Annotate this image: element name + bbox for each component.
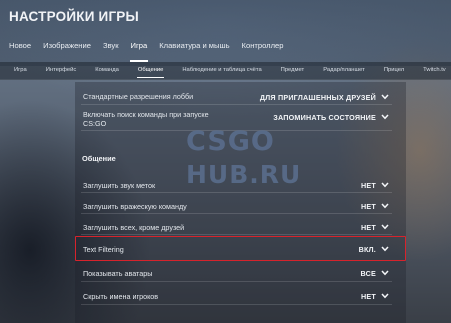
page-title: НАСТРОЙКИ ИГРЫ (9, 9, 139, 24)
main-tabs: Новое Изображение Звук Игра Клавиатура и… (9, 41, 295, 62)
setting-value[interactable]: НЕТ (361, 181, 376, 190)
sub-tabs-bar: Игра Интерфейс Команда Общение Наблюдени… (0, 62, 451, 80)
setting-label: Стандартные разрешения лобби (83, 92, 194, 101)
setting-label: Скрыть имена игроков (83, 292, 159, 301)
setting-row-lobby-permissions[interactable]: Стандартные разрешения лобби ДЛЯ ПРИГЛАШ… (81, 89, 392, 105)
watermark-logo: CSGO HUB.RU (186, 126, 302, 196)
tab-audio[interactable]: Звук (103, 41, 119, 55)
chevron-down-icon[interactable] (381, 270, 389, 276)
setting-label: Заглушить вражескую команду (83, 202, 187, 211)
subtab-team[interactable]: Команда (95, 67, 119, 73)
subtab-communication[interactable]: Общение (136, 67, 165, 78)
chevron-down-icon[interactable] (381, 94, 389, 100)
chevron-down-icon[interactable] (381, 182, 389, 188)
setting-value[interactable]: ВСЕ (360, 269, 376, 278)
setting-value[interactable]: НЕТ (361, 292, 376, 301)
subtab-item[interactable]: Предмет (281, 67, 305, 73)
setting-row-show-avatars[interactable]: Показывать аватары ВСЕ (81, 264, 392, 282)
subtab-radar[interactable]: Радар/планшет (323, 67, 365, 73)
highlight-frame (75, 236, 406, 261)
header: НАСТРОЙКИ ИГРЫ Новое Изображение Звук Иг… (0, 0, 451, 66)
watermark-line-1: CSGO (186, 126, 275, 157)
setting-value[interactable]: ДЛЯ ПРИГЛАШЕННЫХ ДРУЗЕЙ (260, 93, 376, 102)
subtab-interface[interactable]: Интерфейс (46, 67, 77, 73)
setting-row-mute-all-except-friends[interactable]: Заглушить всех, кроме друзей НЕТ (81, 218, 392, 235)
setting-value[interactable]: ЗАПОМИНАТЬ СОСТОЯНИЕ (273, 113, 376, 122)
tab-new[interactable]: Новое (9, 41, 31, 55)
setting-value[interactable]: НЕТ (361, 202, 376, 211)
setting-row-mute-enemy[interactable]: Заглушить вражескую команду НЕТ (81, 197, 392, 214)
tab-controller[interactable]: Контроллер (242, 41, 284, 55)
setting-label: Показывать аватары (83, 269, 153, 278)
sub-tabs: Игра Интерфейс Команда Общение Наблюдени… (14, 67, 451, 78)
setting-value[interactable]: НЕТ (361, 223, 376, 232)
watermark-line-2: HUB.RU (186, 160, 302, 189)
tab-keyboard-mouse[interactable]: Клавиатура и мышь (159, 41, 229, 55)
setting-label: Заглушить звук меток (83, 181, 156, 190)
setting-row-hide-player-names[interactable]: Скрыть имена игроков НЕТ (81, 287, 392, 305)
section-title-communication: Общение (82, 154, 116, 163)
subtab-spectator-scoreboard[interactable]: Наблюдение и таблица счёта (182, 67, 261, 73)
chevron-down-icon[interactable] (381, 224, 389, 230)
chevron-down-icon[interactable] (381, 114, 389, 120)
chevron-down-icon[interactable] (381, 203, 389, 209)
subtab-twitch[interactable]: Twitch.tv (423, 67, 446, 73)
tab-video[interactable]: Изображение (43, 41, 91, 55)
subtab-crosshair[interactable]: Прицел (384, 67, 404, 73)
chevron-down-icon[interactable] (381, 293, 389, 299)
subtab-game[interactable]: Игра (14, 67, 27, 73)
setting-label: Заглушить всех, кроме друзей (83, 223, 185, 232)
tab-game[interactable]: Игра (129, 41, 148, 62)
